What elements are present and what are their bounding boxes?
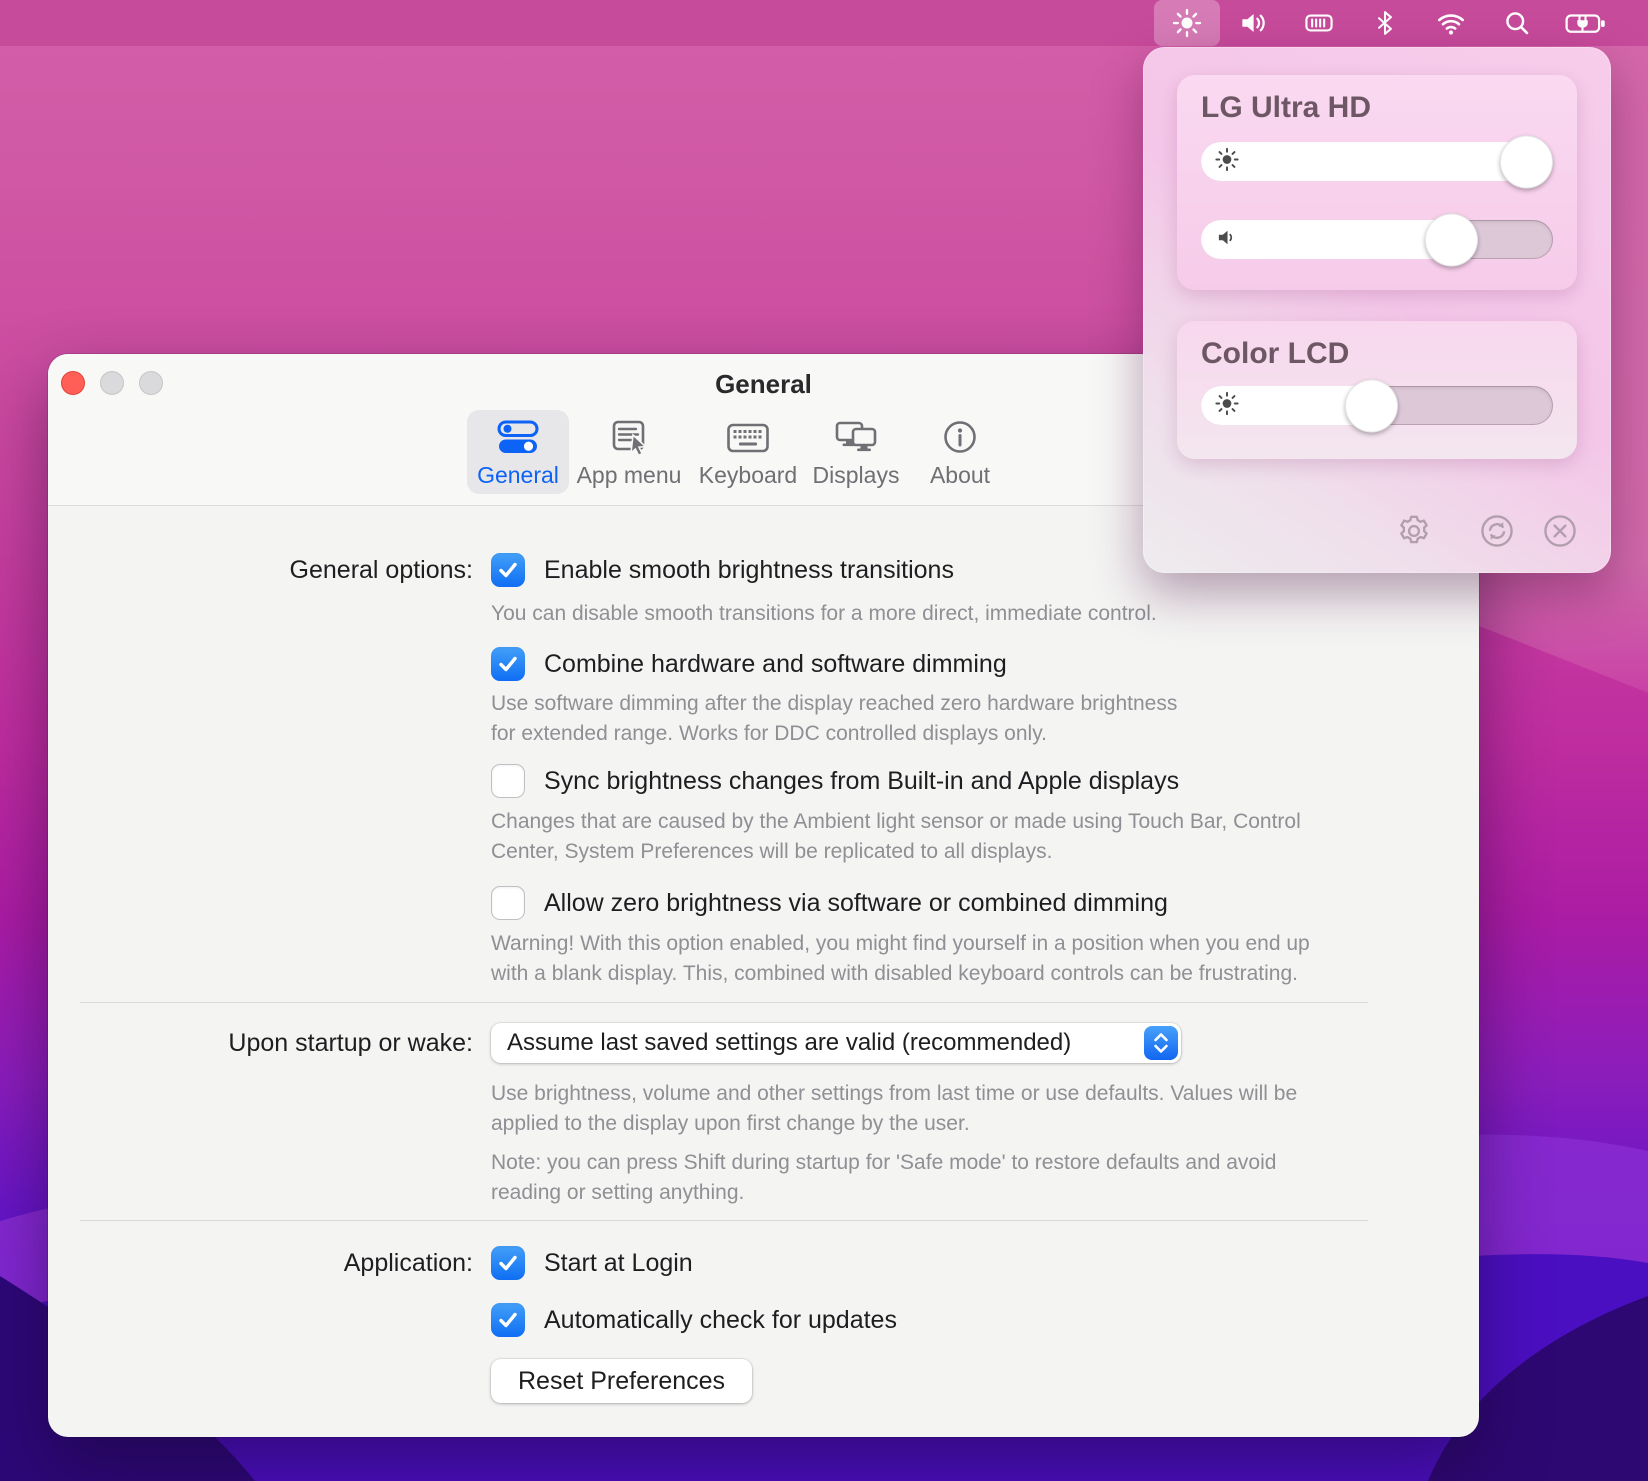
description-text: You can disable smooth transitions for a… [491, 599, 1157, 629]
gear-icon [1395, 512, 1433, 550]
checkbox-row-zero-brightness[interactable]: Allow zero brightness via software or co… [491, 886, 1168, 920]
section-divider [80, 1220, 1368, 1221]
bluetooth-icon [1372, 9, 1398, 37]
display-control-popover: LG Ultra HD [1143, 47, 1611, 573]
tab-app-menu[interactable]: App menu [573, 410, 685, 494]
wifi-icon [1435, 8, 1467, 38]
dropdown-value: Assume last saved settings are valid (re… [507, 1029, 1144, 1057]
description-text: Changes that are caused by the Ambient l… [491, 807, 1301, 867]
keyboard-brightness-icon [1303, 7, 1335, 39]
brightness-sun-icon [1214, 390, 1240, 421]
display-card-lg-ultra-hd: LG Ultra HD [1177, 75, 1577, 290]
check-icon [496, 1308, 520, 1332]
general-switches-icon [495, 414, 541, 462]
checkbox[interactable] [491, 553, 525, 587]
menu-bar-status-icons [1154, 0, 1622, 46]
volume-icon [1238, 8, 1268, 38]
menu-bar [0, 0, 1648, 46]
checkbox-row-start-at-login[interactable]: Start at Login [491, 1246, 693, 1280]
settings-gear-button[interactable] [1394, 511, 1434, 551]
tab-label: Keyboard [699, 462, 797, 488]
slider-fill [1201, 142, 1540, 181]
checkbox-row-auto-updates[interactable]: Automatically check for updates [491, 1303, 897, 1337]
section-divider [80, 1002, 1368, 1003]
description-text: Warning! With this option enabled, you m… [491, 929, 1310, 989]
slider-knob[interactable] [1500, 135, 1553, 188]
volume-slider[interactable] [1201, 220, 1553, 259]
checkbox[interactable] [491, 1303, 525, 1337]
checkbox-label: Start at Login [544, 1249, 693, 1278]
checkbox-label: Combine hardware and software dimming [544, 650, 1007, 679]
brightness-slider[interactable] [1201, 142, 1553, 181]
description-text: Use software dimming after the display r… [491, 689, 1177, 749]
checkbox[interactable] [491, 647, 525, 681]
brightness-sun-icon [1172, 8, 1202, 38]
brightness-slider[interactable] [1201, 386, 1553, 425]
menu-bar-volume-item[interactable] [1220, 0, 1286, 46]
general-pane: General options: Enable smooth brightnes… [48, 506, 1479, 1437]
application-label: Application: [48, 1246, 473, 1280]
display-card-color-lcd: Color LCD [1177, 321, 1577, 459]
close-icon [1541, 512, 1579, 550]
keyboard-icon [725, 414, 771, 462]
menu-bar-brightness-item[interactable] [1154, 0, 1220, 46]
tab-label: About [930, 462, 990, 488]
description-text: Use brightness, volume and other setting… [491, 1079, 1297, 1139]
tab-keyboard[interactable]: Keyboard [694, 410, 802, 494]
tab-displays[interactable]: Displays [808, 410, 904, 494]
close-popover-button[interactable] [1540, 511, 1580, 551]
refresh-button[interactable] [1477, 511, 1517, 551]
app-menu-icon [606, 414, 652, 462]
check-icon [496, 1251, 520, 1275]
checkbox[interactable] [491, 1246, 525, 1280]
dropdown-stepper-icon [1144, 1026, 1178, 1060]
menu-bar-keyboard-brightness-item[interactable] [1286, 0, 1352, 46]
checkbox-label: Allow zero brightness via software or co… [544, 889, 1168, 918]
tab-label: App menu [577, 462, 682, 488]
tab-general[interactable]: General [467, 410, 569, 494]
note-text: Note: you can press Shift during startup… [491, 1148, 1276, 1208]
reset-preferences-button[interactable]: Reset Preferences [491, 1359, 752, 1403]
brightness-sun-icon [1214, 146, 1240, 177]
startup-dropdown[interactable]: Assume last saved settings are valid (re… [491, 1023, 1181, 1063]
tab-label: General [477, 462, 559, 488]
checkbox-row-combine-dimming[interactable]: Combine hardware and software dimming [491, 647, 1007, 681]
check-icon [496, 558, 520, 582]
search-icon [1503, 9, 1531, 37]
checkbox-label: Enable smooth brightness transitions [544, 556, 954, 585]
menu-bar-wifi-item[interactable] [1418, 0, 1484, 46]
slider-knob[interactable] [1345, 379, 1398, 432]
popover-footer [1143, 511, 1611, 551]
menu-bar-search-item[interactable] [1484, 0, 1550, 46]
checkbox-label: Automatically check for updates [544, 1306, 897, 1335]
checkbox[interactable] [491, 764, 525, 798]
slider-knob[interactable] [1425, 213, 1478, 266]
display-name: LG Ultra HD [1201, 91, 1371, 125]
checkbox-label: Sync brightness changes from Built-in an… [544, 767, 1179, 796]
startup-label: Upon startup or wake: [48, 1023, 473, 1063]
volume-speaker-icon [1214, 224, 1240, 255]
check-icon [496, 652, 520, 676]
menu-bar-battery-item[interactable] [1550, 0, 1622, 46]
display-name: Color LCD [1201, 337, 1349, 371]
refresh-icon [1478, 512, 1516, 550]
checkbox[interactable] [491, 886, 525, 920]
menu-bar-bluetooth-item[interactable] [1352, 0, 1418, 46]
tab-about[interactable]: About [922, 410, 998, 494]
checkbox-row-smooth-transitions[interactable]: Enable smooth brightness transitions [491, 553, 954, 587]
checkbox-row-sync-brightness[interactable]: Sync brightness changes from Built-in an… [491, 764, 1179, 798]
displays-icon [833, 414, 879, 462]
info-icon [937, 414, 983, 462]
general-options-label: General options: [48, 553, 473, 587]
battery-charging-icon [1563, 8, 1609, 38]
tab-label: Displays [813, 462, 900, 488]
